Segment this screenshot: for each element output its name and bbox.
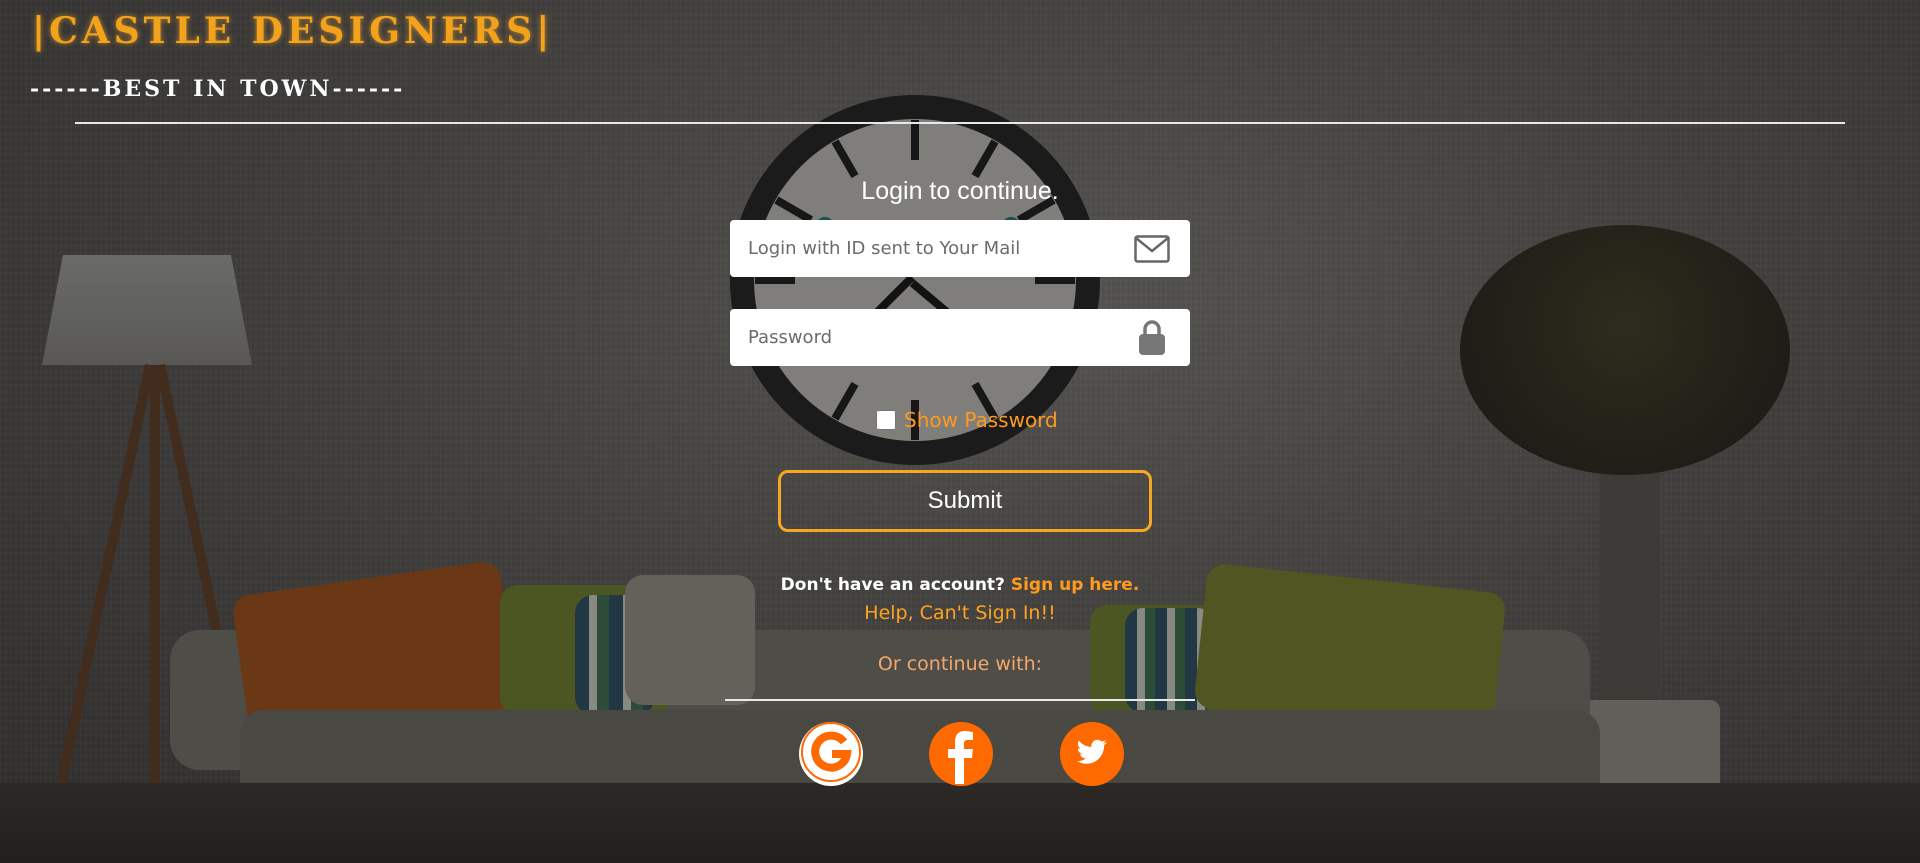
google-icon [799, 720, 863, 788]
password-field-box [730, 309, 1190, 366]
show-password-label[interactable]: Show Password [904, 408, 1058, 432]
login-heading: Login to continue. [861, 177, 1059, 205]
google-button[interactable] [799, 722, 863, 786]
header-divider [75, 122, 1845, 124]
twitter-icon [1077, 739, 1108, 769]
brand-tagline: ------BEST IN TOWN------ [30, 76, 406, 102]
help-link[interactable]: Help, Can't Sign In!! [0, 602, 1920, 624]
no-account-text: Don't have an account? [780, 575, 1005, 595]
social-divider [725, 699, 1195, 701]
signup-link[interactable]: Sign up here. [1011, 575, 1139, 595]
email-field-box [730, 220, 1190, 277]
facebook-button[interactable] [929, 722, 993, 786]
signup-row: Don't have an account? Sign up here. [0, 575, 1920, 595]
twitter-button[interactable] [1060, 722, 1124, 786]
continue-with-text: Or continue with: [877, 653, 1043, 675]
show-password-checkbox[interactable] [876, 410, 896, 430]
lock-icon [1132, 319, 1172, 356]
facebook-icon [929, 720, 993, 788]
email-input[interactable] [748, 238, 1132, 259]
brand-title: |CASTLE DESIGNERS| [32, 10, 554, 52]
envelope-icon [1132, 231, 1172, 267]
submit-button[interactable]: Submit [778, 470, 1152, 532]
show-password-row: Show Password [876, 408, 1058, 432]
password-input[interactable] [748, 327, 1132, 348]
